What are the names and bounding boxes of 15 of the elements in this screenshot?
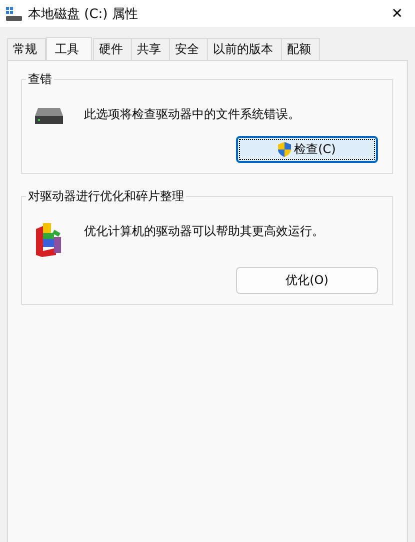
shield-icon — [278, 142, 292, 157]
drive-icon — [34, 106, 64, 126]
description-text: 优化计算机的驱动器可以帮助其更高效运行。 — [84, 223, 324, 240]
tab[interactable]: 硬件 — [93, 38, 132, 60]
tab[interactable]: 常规 — [7, 38, 46, 60]
description-text: 此选项将检查驱动器中的文件系统错误。 — [84, 106, 300, 123]
drive-icon — [6, 6, 22, 20]
window-title: 本地磁盘 (C:) 属性 — [28, 6, 139, 22]
action-button[interactable]: 优化(O) — [236, 267, 378, 294]
defrag-icon — [34, 223, 64, 257]
tab[interactable]: 工具 — [46, 37, 92, 60]
group-title: 对驱动器进行优化和碎片整理 — [26, 188, 186, 205]
tab[interactable]: 配额 — [281, 38, 320, 60]
action-button[interactable]: 检查(C) — [236, 136, 378, 163]
close-button[interactable]: ✕ — [387, 6, 407, 22]
